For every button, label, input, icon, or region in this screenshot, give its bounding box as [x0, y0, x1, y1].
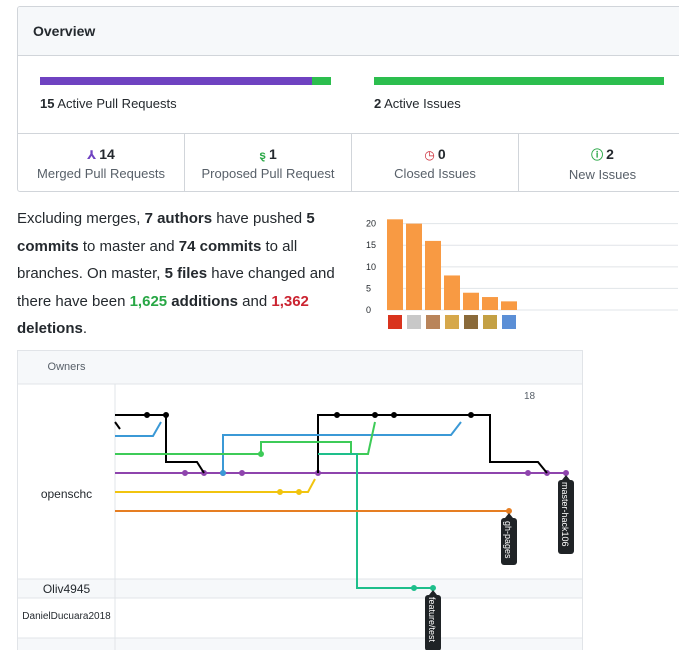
owner-row-openschc — [18, 384, 582, 579]
owners-header: Owners — [47, 361, 86, 373]
stat-value: 2 — [606, 146, 614, 162]
chart-ytick-label: 5 — [366, 283, 371, 293]
label-gh-pages[interactable]: gh-pages — [501, 513, 517, 565]
chart-bar[interactable] — [425, 240, 441, 310]
label-feature-test[interactable]: feature/test — [425, 590, 441, 650]
chart-ytick-label: 0 — [366, 305, 371, 315]
open-segment — [311, 77, 331, 85]
owner-danielducuara2018[interactable]: DanielDucuara2018 — [18, 611, 115, 622]
chart-bar[interactable] — [482, 297, 498, 310]
summary-text: . — [82, 320, 88, 337]
commit-summary: Excluding merges, 7 authors have pushed … — [17, 205, 347, 343]
stat-label: Proposed Pull Request — [201, 166, 335, 181]
stat-merged-prs[interactable]: ⅄ 14 Merged Pull Requests — [18, 134, 185, 191]
label-master-hack106[interactable]: master-hack106 — [558, 475, 574, 554]
stat-new-issues[interactable]: ⓘ 2 New Issues — [519, 134, 679, 191]
summary-text: and — [237, 292, 272, 310]
pull-requests-count: 15 — [40, 96, 55, 111]
author-avatar[interactable] — [464, 315, 478, 329]
pull-requests-label: Active Pull Requests — [57, 96, 177, 111]
issue-opened-icon: ⓘ — [591, 148, 604, 162]
stat-closed-issues[interactable]: ◷ 0 Closed Issues — [352, 134, 519, 191]
git-pull-request-icon: ȿ — [259, 148, 266, 162]
svg-text:master-hack106: master-hack106 — [560, 482, 570, 547]
authors-count: 7 authors — [144, 210, 213, 227]
network-graph[interactable]: gh-pages master-hack106 feature/test 18 … — [17, 350, 583, 650]
author-avatar[interactable] — [502, 315, 516, 329]
merged-segment — [40, 77, 312, 85]
owner-row-next — [18, 638, 582, 650]
summary-text: to master and — [78, 237, 179, 255]
svg-text:feature/test: feature/test — [427, 597, 437, 643]
issue-closed-icon: ◷ — [424, 148, 435, 162]
open-issues-segment — [374, 77, 664, 85]
stat-label: New Issues — [568, 167, 637, 182]
issues-count: 2 — [374, 96, 382, 111]
summary-text: Excluding merges, — [17, 210, 145, 227]
files-changed-count: 5 files — [164, 265, 208, 282]
author-avatar[interactable] — [388, 315, 402, 329]
overview-stats: ⅄ 14 Merged Pull Requests ȿ1 Proposed Pul… — [18, 133, 679, 191]
chart-ytick-label: 20 — [366, 219, 376, 229]
chart-bar[interactable] — [406, 223, 422, 310]
stat-value: 0 — [437, 146, 446, 162]
issues-label: Active Issues — [384, 96, 461, 111]
stat-label: Closed Issues — [394, 166, 476, 181]
contributors-chart-svg: 0 5 10 15 20 — [366, 219, 678, 329]
deletions-count: 1,362 — [271, 292, 309, 310]
author-avatar[interactable] — [426, 315, 440, 329]
additions-word: additions — [167, 292, 238, 310]
svg-text:gh-pages: gh-pages — [503, 521, 513, 559]
owner-oliv4945[interactable]: Oliv4945 — [18, 582, 115, 596]
author-avatar[interactable] — [407, 315, 421, 329]
stat-value: 1 — [268, 146, 277, 162]
stat-value: 14 — [99, 146, 115, 162]
additions-count: 1,625 — [129, 292, 168, 310]
pull-requests-caption[interactable]: 15 Active Pull Requests — [40, 96, 177, 111]
pull-requests-bar[interactable] — [40, 77, 331, 85]
all-commits-count: 74 commits — [178, 237, 262, 255]
owner-openschc[interactable]: openschc — [18, 487, 115, 501]
stat-label: Merged Pull Requests — [37, 166, 165, 181]
chart-ytick-label: 10 — [366, 262, 376, 272]
chart-bar[interactable] — [501, 301, 517, 310]
author-avatar[interactable] — [483, 315, 497, 329]
deletions-word: deletions — [17, 320, 83, 337]
contributors-chart: 0 5 10 15 20 — [360, 210, 679, 340]
chart-bar[interactable] — [463, 292, 479, 310]
chart-ytick-label: 15 — [366, 240, 376, 250]
issues-caption[interactable]: 2 Active Issues — [374, 96, 461, 111]
stat-proposed-prs[interactable]: ȿ1 Proposed Pull Request — [185, 134, 352, 191]
chart-bar[interactable] — [444, 275, 460, 310]
chart-bar[interactable] — [387, 219, 403, 310]
author-avatar[interactable] — [445, 315, 459, 329]
overview-title: Overview — [18, 7, 679, 56]
git-merge-icon: ⅄ — [87, 148, 97, 162]
issues-bar[interactable] — [374, 77, 664, 85]
overview-panel: Overview 15 Active Pull Requests 2 Activ… — [17, 6, 679, 192]
date-label: 18 — [524, 391, 536, 402]
summary-text: have pushed — [212, 210, 307, 227]
